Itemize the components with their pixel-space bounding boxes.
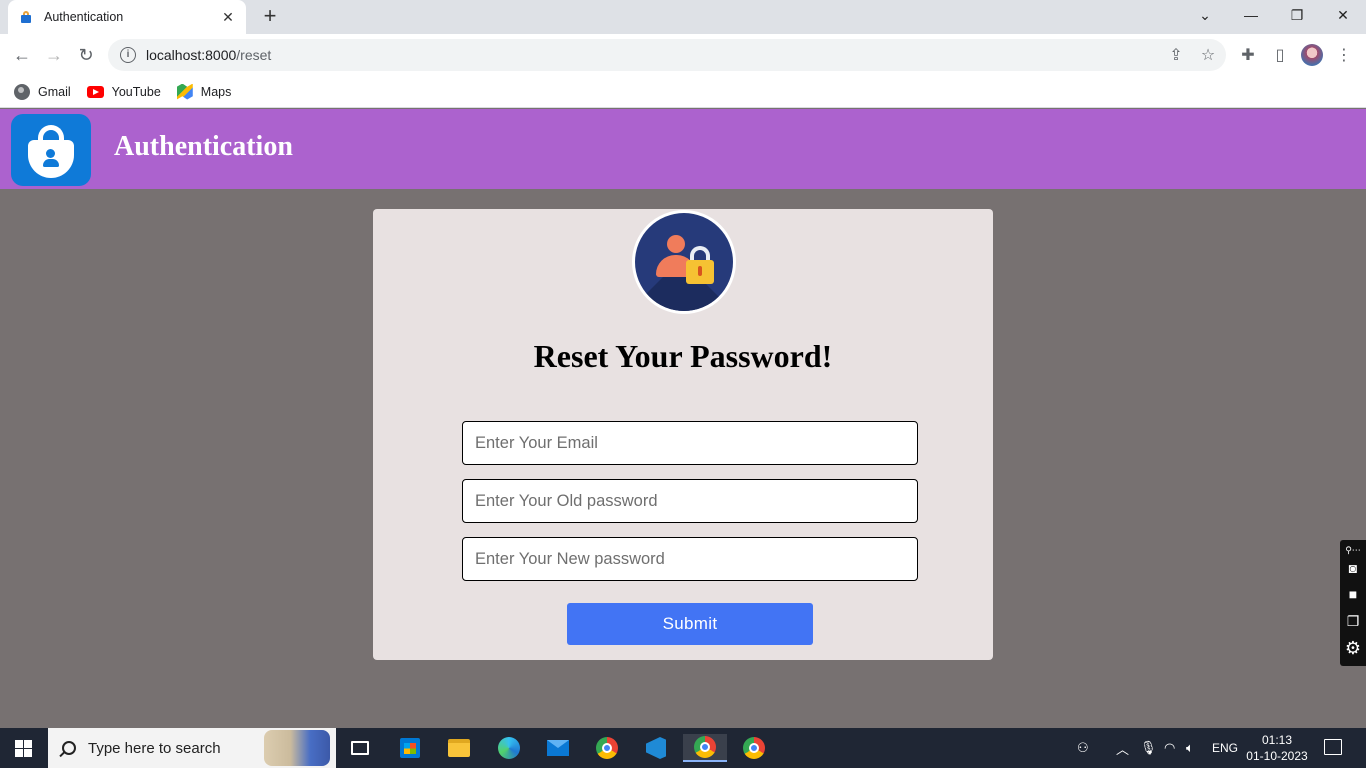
minimize-button[interactable]: — — [1228, 0, 1274, 30]
forward-arrow-icon[interactable]: → — [42, 43, 66, 67]
address-bar[interactable]: i localhost:8000/reset ⇪ ☆ — [108, 39, 1226, 71]
page-title: Reset Your Password! — [533, 338, 833, 374]
screen-capture-toolbar: ⚲⋯ ◙ ■ ❐ ⚙ — [1340, 540, 1366, 666]
bookmarks-bar: Gmail YouTube Maps — [0, 76, 1366, 108]
search-icon — [62, 741, 76, 755]
search-highlight-image — [264, 730, 330, 766]
bookmark-star-icon[interactable]: ☆ — [1198, 45, 1218, 65]
language-indicator[interactable]: ENG — [1212, 728, 1238, 768]
edge-browser-icon[interactable] — [495, 734, 523, 762]
windows-taskbar: Type here to search ⚇ ︿ 🎙︎ ◠ 🔈︎ ENG 01:1… — [0, 728, 1366, 768]
browser-tab-bar: Authentication ✕ + ⌄ — ❐ ✕ — [0, 0, 1366, 34]
clock-time: 01:13 — [1261, 733, 1293, 747]
microsoft-store-icon[interactable] — [396, 734, 424, 762]
show-hidden-icons-chevron-icon[interactable]: ︿ — [1116, 728, 1129, 768]
task-view-icon[interactable] — [346, 734, 374, 762]
authenticator-favicon-icon — [18, 9, 34, 25]
profile-avatar[interactable] — [1301, 44, 1323, 66]
share-icon[interactable]: ⇪ — [1166, 45, 1186, 65]
tab-title: Authentication — [44, 10, 124, 24]
submit-button[interactable]: Submit — [567, 603, 813, 645]
taskbar-search-box[interactable]: Type here to search — [48, 728, 336, 768]
new-tab-button[interactable]: + — [258, 5, 282, 29]
bookmark-youtube[interactable]: YouTube — [86, 85, 161, 99]
chrome-profile-active-icon[interactable] — [683, 734, 727, 762]
tab-close-icon[interactable]: ✕ — [220, 9, 236, 26]
site-info-icon[interactable]: i — [120, 47, 136, 63]
notification-center-icon[interactable] — [1324, 739, 1342, 755]
side-panel-icon[interactable]: ▯ — [1270, 45, 1290, 65]
microphone-icon[interactable]: 🎙︎ — [1140, 728, 1157, 768]
restore-button[interactable]: ❐ — [1274, 0, 1320, 30]
bookmark-gmail[interactable]: Gmail — [14, 83, 71, 100]
chrome-profile-icon[interactable] — [740, 734, 768, 762]
windows-start-icon[interactable] — [15, 740, 32, 757]
email-field[interactable] — [462, 421, 918, 465]
browser-toolbar: ← → ↻ i localhost:8000/reset ⇪ ☆ ✚ ▯ ⋮ — [0, 34, 1366, 76]
old-password-field[interactable] — [462, 479, 918, 523]
authenticator-lock-icon[interactable] — [11, 114, 91, 186]
gear-icon[interactable]: ⚙ — [1344, 638, 1362, 658]
new-password-field[interactable] — [462, 537, 918, 581]
taskbar-clock[interactable]: 01:13 01-10-2023 — [1242, 732, 1312, 764]
vscode-icon[interactable] — [642, 734, 670, 762]
screens-icon[interactable]: ❐ — [1344, 613, 1362, 629]
extensions-puzzle-icon[interactable]: ✚ — [1238, 45, 1258, 65]
camera-icon[interactable]: ◙ — [1344, 560, 1362, 576]
video-icon[interactable]: ■ — [1344, 586, 1362, 602]
close-window-button[interactable]: ✕ — [1320, 0, 1366, 30]
bookmark-maps[interactable]: Maps — [176, 83, 231, 100]
site-brand-title: Authentication — [114, 131, 293, 162]
user-lock-icon — [632, 210, 736, 314]
back-arrow-icon[interactable]: ← — [10, 43, 34, 67]
search-placeholder: Type here to search — [88, 739, 221, 757]
pin-more-icon[interactable]: ⚲⋯ — [1344, 542, 1362, 558]
more-menu-icon[interactable]: ⋮ — [1334, 45, 1354, 65]
youtube-icon — [86, 85, 104, 98]
reload-icon[interactable]: ↻ — [74, 43, 98, 67]
chrome-icon[interactable] — [593, 734, 621, 762]
site-header: Authentication — [0, 109, 1366, 189]
people-icon[interactable]: ⚇ — [1077, 728, 1089, 768]
volume-icon[interactable]: 🔈︎ — [1186, 728, 1194, 768]
maps-icon — [176, 83, 193, 100]
clock-date: 01-10-2023 — [1246, 749, 1308, 763]
file-explorer-icon[interactable] — [445, 734, 473, 762]
tab-search-chevron-icon[interactable]: ⌄ — [1182, 0, 1228, 30]
globe-icon — [14, 83, 30, 100]
wifi-icon[interactable]: ◠ — [1164, 728, 1175, 768]
mail-icon[interactable] — [544, 734, 572, 762]
url-text: localhost:8000/reset — [146, 47, 272, 63]
browser-tab[interactable]: Authentication ✕ — [8, 0, 246, 34]
reset-password-card: Reset Your Password! Submit — [373, 209, 993, 660]
